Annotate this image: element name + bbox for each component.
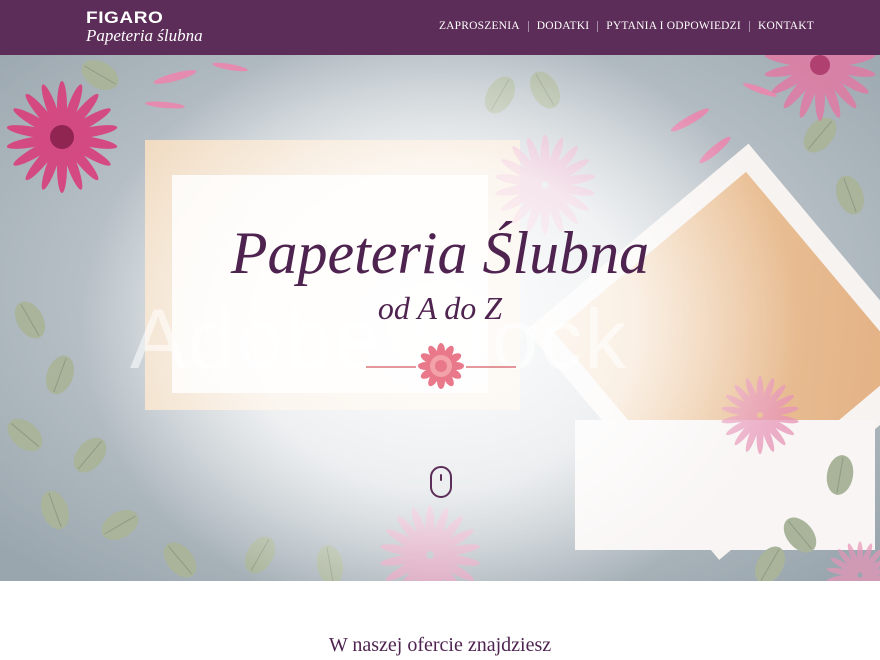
hero-subtitle: od A do Z bbox=[377, 290, 503, 326]
nav-link-kontakt[interactable]: KONTAKT bbox=[758, 20, 814, 32]
top-navigation: FIGARO Papeteria ślubna ZAPROSZENIA DODA… bbox=[0, 0, 880, 55]
nav-link-zaproszenia[interactable]: ZAPROSZENIA bbox=[439, 20, 520, 32]
nav-link-dodatki[interactable]: DODATKI bbox=[537, 20, 590, 32]
offer-section-heading: W naszej ofercie znajdziesz bbox=[328, 634, 552, 656]
nav-link-faq[interactable]: PYTANIA I ODPOWIEDZI bbox=[606, 20, 741, 32]
main-menu: ZAPROSZENIA DODATKI PYTANIA I ODPOWIEDZI… bbox=[439, 20, 814, 32]
menu-divider bbox=[527, 20, 529, 32]
flower-ornament-divider bbox=[366, 343, 516, 389]
hero-section: Adobe Stock Papeteria Ślubna od A do Z bbox=[0, 55, 880, 581]
menu-divider bbox=[748, 20, 750, 32]
mouse-wheel bbox=[440, 474, 442, 481]
scroll-down-mouse-icon[interactable] bbox=[430, 466, 452, 498]
figaro-logo[interactable]: FIGARO Papeteria ślubna bbox=[86, 8, 203, 50]
logo-tagline: Papeteria ślubna bbox=[86, 26, 203, 45]
menu-divider bbox=[597, 20, 599, 32]
logo-wordmark: FIGARO bbox=[86, 8, 164, 27]
hero-title: Papeteria Ślubna bbox=[230, 220, 650, 286]
